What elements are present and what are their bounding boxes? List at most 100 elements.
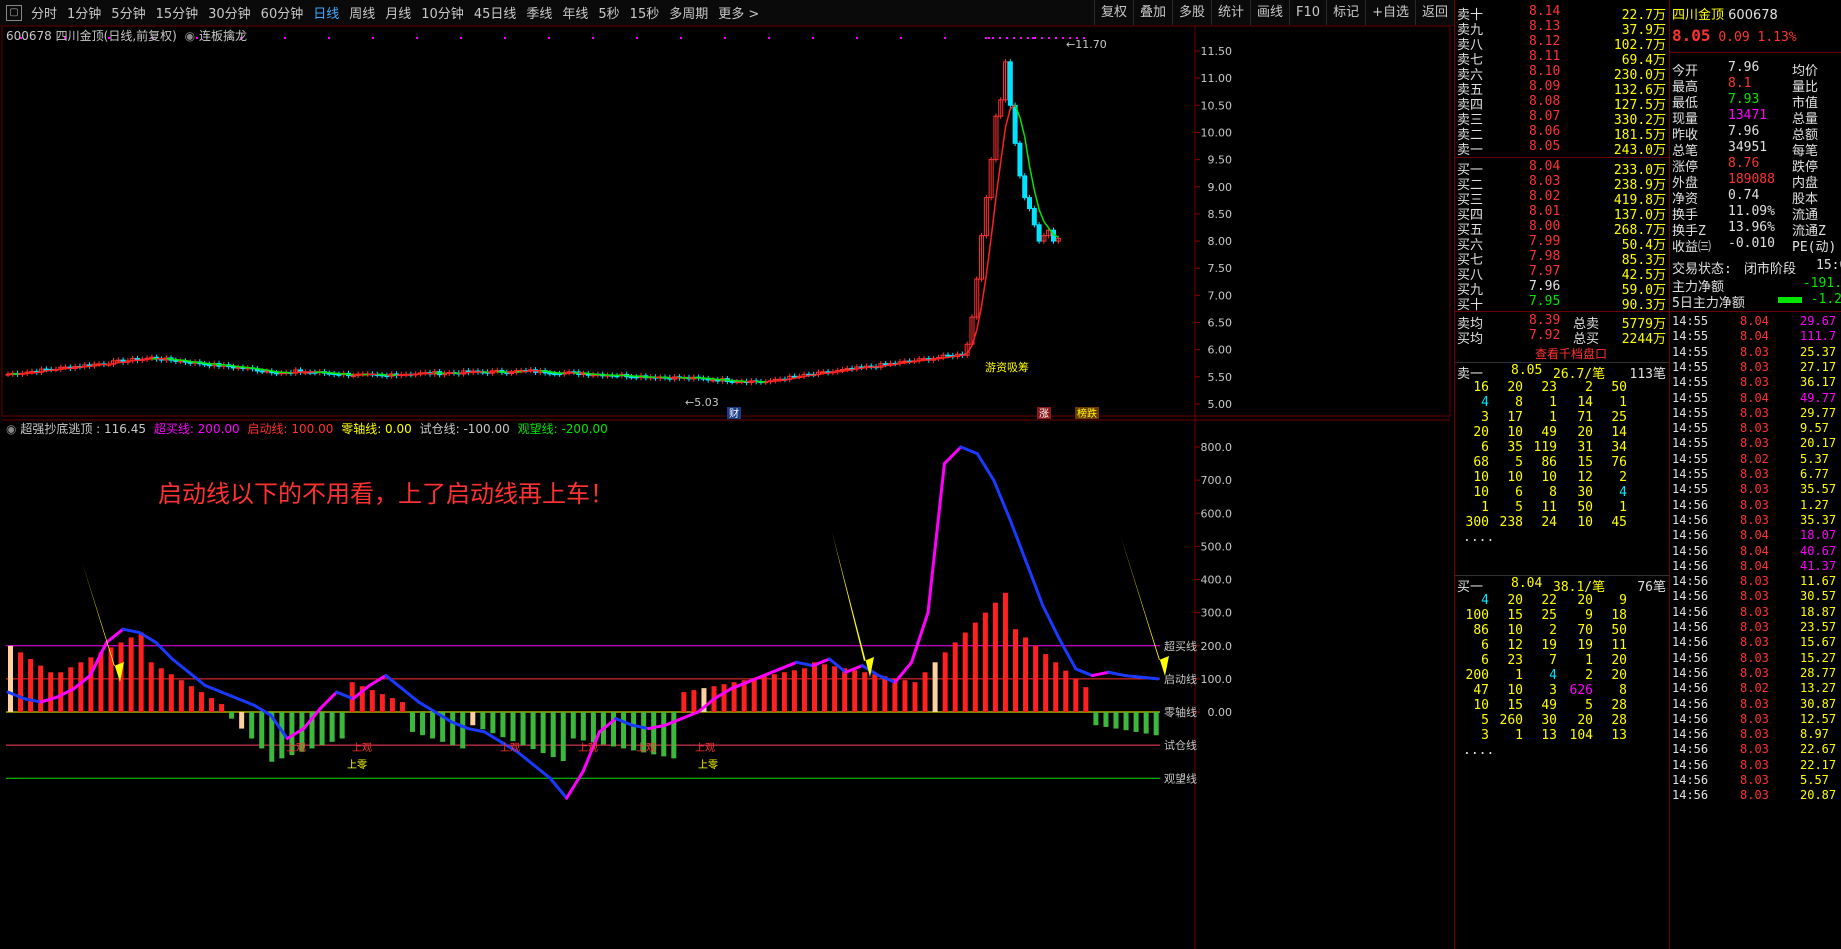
tick-time: 14:56: [1672, 727, 1709, 742]
indicator-segment: [1123, 674, 1144, 679]
histogram-bar: [1123, 712, 1129, 731]
quote-value: 34951: [1728, 140, 1768, 155]
tick-volume: 30.87: [1800, 696, 1837, 711]
tab-13[interactable]: 5秒: [593, 3, 624, 22]
tab-4[interactable]: 30分钟: [203, 3, 256, 22]
window-icon[interactable]: ▢: [6, 4, 22, 21]
tab-11[interactable]: 季线: [521, 3, 557, 22]
tick-price: 8.03: [1740, 727, 1769, 742]
period-tabs: 分时 1分钟 5分钟 15分钟 30分钟 60分钟 日线 周线 月线 10分钟 45日线 季线 年线 5秒…: [26, 3, 764, 22]
histogram-bar: [1053, 662, 1059, 712]
shicang-value: 试仓线: -100.00: [419, 422, 510, 436]
signal-dot: [1062, 37, 1064, 39]
tick-price: 8.03: [1740, 665, 1769, 680]
main-ytick-label: 8.50: [1208, 208, 1233, 221]
grid-cell: 45: [1611, 515, 1627, 530]
histogram-bar: [198, 692, 204, 712]
indicator-segment: [482, 730, 503, 744]
tick-price: 8.04: [1740, 528, 1769, 543]
quote-value: 8.1: [1728, 76, 1752, 91]
grid-cell: 22: [1541, 593, 1557, 608]
toolbar-button-3[interactable]: 统计: [1211, 0, 1250, 25]
histogram-bar: [329, 712, 335, 742]
tick-volume: 41.37: [1800, 558, 1837, 573]
tab-9[interactable]: 10分钟: [416, 3, 469, 22]
tab-7[interactable]: 周线: [344, 3, 380, 22]
tab-15[interactable]: 多周期: [664, 3, 713, 22]
tick-volume: 28.77: [1800, 665, 1837, 680]
candle-body: [883, 363, 889, 366]
tab-1[interactable]: 1分钟: [62, 3, 106, 22]
stock-name: 四川金顶(日线,前复权): [55, 29, 177, 43]
indicator-name[interactable]: 连板擒龙: [199, 29, 247, 43]
tab-14[interactable]: 15秒: [625, 3, 665, 22]
signal-dot: [636, 37, 638, 39]
toolbar-button-6[interactable]: 标记: [1326, 0, 1365, 25]
histogram-bar: [8, 645, 13, 712]
indicator-segment: [548, 776, 569, 800]
tick-price: 8.03: [1740, 742, 1769, 757]
histogram-bar: [781, 672, 787, 712]
quote-panel: 四川金顶 600678 8.05 0.09 1.13% 今开 7.96 均价 最高 8.1 量…: [1669, 0, 1841, 949]
toolbar-button-1[interactable]: 叠加: [1132, 0, 1172, 25]
tab-3[interactable]: 15分钟: [151, 3, 204, 22]
tab-8[interactable]: 月线: [380, 3, 416, 22]
grid-cell: 20: [1507, 380, 1523, 395]
histogram-bar: [902, 680, 908, 712]
tab-12[interactable]: 年线: [557, 3, 593, 22]
toolbar-button-4[interactable]: 画线: [1250, 0, 1289, 25]
last-price: 8.05: [1672, 26, 1711, 45]
histogram-bar: [972, 622, 978, 712]
level-price: 8.02: [1529, 189, 1561, 204]
signal-dot: [1006, 37, 1008, 39]
signal-dot: [548, 37, 550, 39]
histogram-bar: [1093, 712, 1099, 726]
quote-value: 7.93: [1728, 92, 1760, 107]
indicator-segment: [680, 710, 700, 721]
histogram-bar: [580, 712, 586, 741]
tick-time: 14:56: [1672, 528, 1709, 543]
candle-body: [115, 359, 121, 362]
histogram-bar: [530, 712, 536, 750]
tab-0[interactable]: 分时: [26, 3, 62, 22]
toolbar-button-2[interactable]: 多股: [1171, 0, 1211, 25]
grid-cell: 20: [1611, 653, 1627, 668]
tab-10[interactable]: 45日线: [469, 3, 522, 22]
tab-2[interactable]: 5分钟: [106, 3, 150, 22]
tick-price: 8.04: [1740, 329, 1769, 344]
signal-dot: [504, 37, 506, 39]
price-header: 8.05 0.09 1.13%: [1672, 26, 1797, 45]
depth-link[interactable]: 查看千档盘口: [1535, 345, 1607, 362]
ma-segment: [885, 364, 891, 367]
signal-dot: [1020, 37, 1022, 39]
histogram-bar: [611, 712, 616, 747]
toolbar-button-5[interactable]: F10: [1289, 0, 1326, 25]
tab-6[interactable]: 日线: [308, 3, 344, 22]
main-ytick-label: 6.00: [1208, 344, 1233, 357]
tab-5[interactable]: 60分钟: [256, 3, 309, 22]
signal-dot: [1013, 37, 1015, 39]
gear-icon[interactable]: ◉: [185, 29, 195, 43]
tab-16[interactable]: 更多 >: [713, 3, 764, 22]
grid-cell: 18: [1611, 608, 1627, 623]
grid-cell: 10: [1473, 698, 1489, 713]
strategy-annotation: 启动线以下的不用看，上了启动线再上车！: [158, 480, 614, 508]
toolbar-button-0[interactable]: 复权: [1093, 0, 1133, 25]
level-price: 8.10: [1529, 64, 1561, 79]
main-ytick-label: 5.50: [1208, 371, 1233, 384]
signal-dot: [1032, 37, 1034, 39]
ma-segment: [909, 360, 915, 363]
sub-indicator-value: 超强抄底逃顶 : 116.45: [20, 422, 146, 436]
grid-cell: 20: [1611, 668, 1627, 683]
ma-segment: [985, 237, 992, 275]
chevron-down-icon[interactable]: ◉: [6, 422, 16, 436]
toolbar-button-7[interactable]: +自选: [1365, 0, 1415, 25]
tick-time: 14:56: [1672, 497, 1709, 512]
histogram-bar: [58, 672, 64, 712]
moving-average-line: [7, 104, 1059, 383]
tag-shangling: 上零: [698, 759, 718, 771]
toolbar-button-8[interactable]: 返回: [1414, 0, 1454, 25]
level-price: 7.99: [1529, 234, 1561, 249]
indicator-segment: [795, 660, 815, 668]
ma-segment: [842, 369, 848, 372]
